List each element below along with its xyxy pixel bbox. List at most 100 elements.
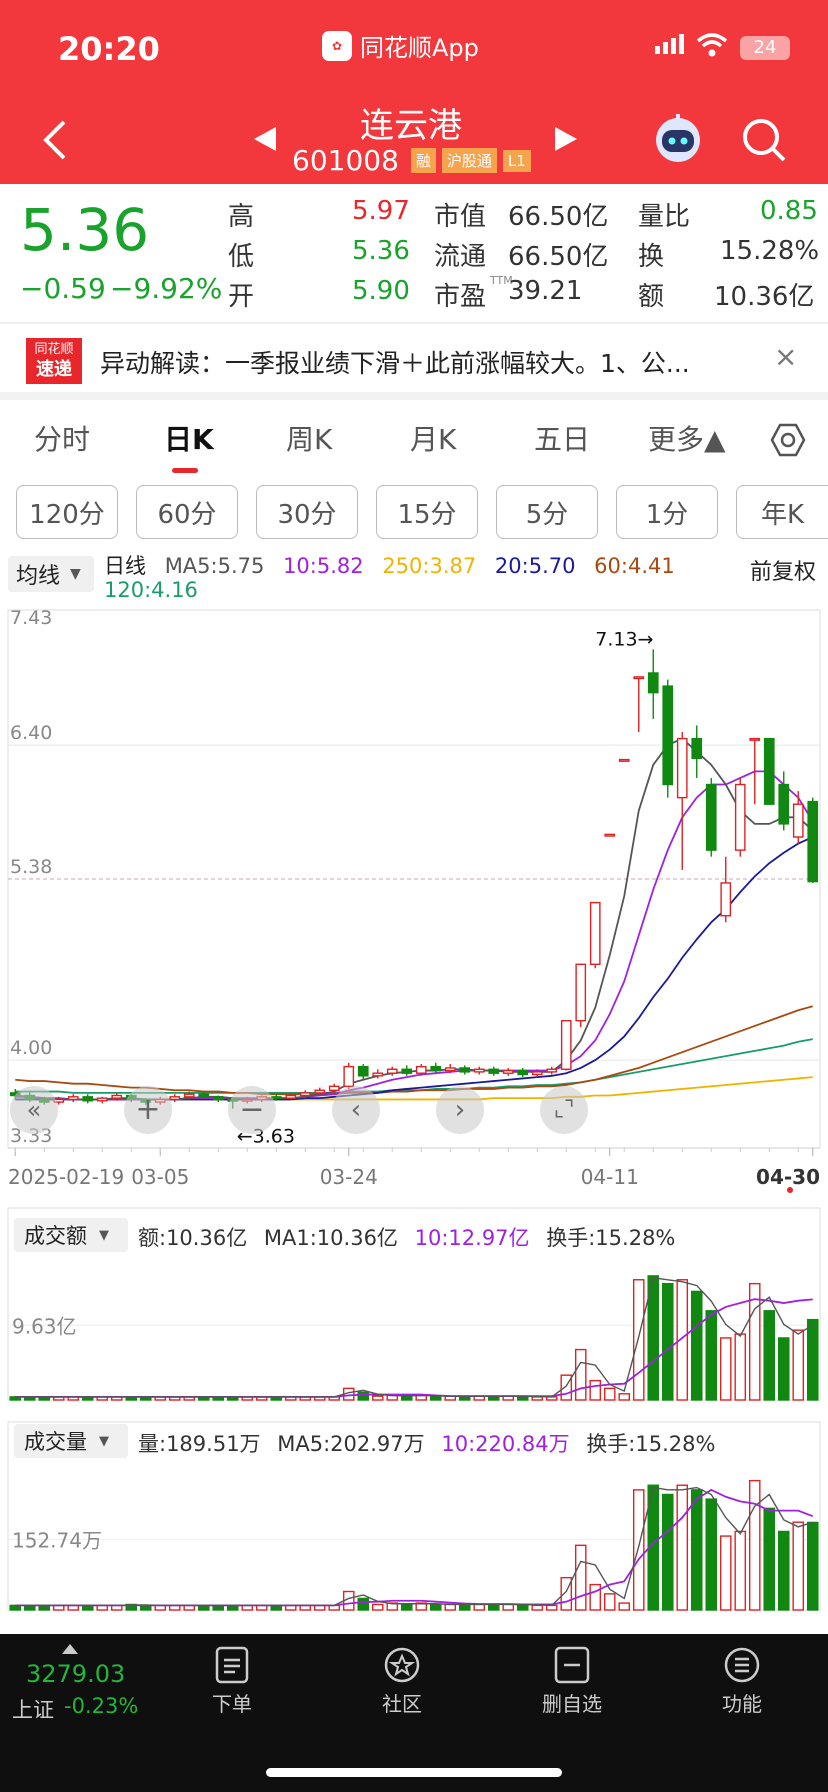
tab-daily[interactable]: 日K: [164, 418, 214, 458]
home-indicator: [266, 1768, 562, 1777]
index-value[interactable]: 3279.03: [26, 1660, 125, 1688]
close-icon[interactable]: ×: [774, 340, 797, 373]
app-name: 同花顺App: [360, 34, 479, 62]
volume-bar: [574, 1544, 587, 1611]
ma60-line: [15, 1005, 813, 1096]
adjust-mode[interactable]: 前复权: [750, 554, 816, 586]
volume-bar: [806, 1318, 819, 1401]
news-banner[interactable]: 同花顺 速递 异动解读：一季报业绩下滑＋此前涨幅较大。1、公... ×: [0, 326, 828, 392]
zoom-in-icon[interactable]: +: [124, 1086, 172, 1134]
index-up-icon: [62, 1644, 78, 1654]
candle-body: [618, 758, 630, 762]
pan-right-icon[interactable]: ›: [436, 1086, 484, 1134]
nav-remove-watchlist[interactable]: 删自选: [536, 1646, 608, 1717]
indicator-select[interactable]: 均线 ▼: [8, 556, 94, 592]
quote-grid: 高 5.97 低 5.36 开 5.90 市值 66.50亿 流通 66.50亿…: [228, 196, 819, 316]
volume-bar: [763, 1310, 776, 1401]
x-tick-label: 2025-02-19: [8, 1165, 124, 1189]
nav-order[interactable]: 下单: [200, 1646, 264, 1717]
menu-icon: [724, 1647, 760, 1683]
tab-timeshare[interactable]: 分时: [34, 418, 90, 458]
volume-bar: [400, 1603, 413, 1611]
stat-mcap-value: 66.50亿: [508, 202, 609, 232]
period-1m[interactable]: 1分: [616, 485, 718, 539]
news-logo-line1: 同花顺: [34, 342, 74, 357]
community-icon: [384, 1647, 420, 1683]
volume-bar: [719, 1337, 732, 1401]
candle-body: [807, 800, 819, 883]
candle-body: [415, 1065, 427, 1074]
x-tick-label: 03-05: [131, 1165, 189, 1189]
candle-body: [778, 783, 790, 825]
prev-stock-icon[interactable]: [252, 126, 278, 152]
volume-bar: [792, 1329, 805, 1401]
volume-bar: [502, 1603, 515, 1611]
period-yearly[interactable]: 年K: [736, 485, 828, 539]
y-tick-label: 4.00: [10, 1037, 52, 1059]
robot-icon[interactable]: [652, 112, 704, 164]
volume-bar: [690, 1489, 703, 1611]
candle-body: [357, 1065, 369, 1077]
volume-bar: [705, 1498, 718, 1611]
search-icon[interactable]: [740, 116, 788, 164]
ma-legend: 日线 MA5:5.75 10:5.82 250:3.87 20:5.70 60:…: [104, 550, 675, 580]
candle-body: [488, 1068, 500, 1074]
fullscreen-icon[interactable]: ⌞⌝: [540, 1086, 588, 1134]
tab-active-indicator: [172, 468, 198, 473]
nav-community[interactable]: 社区: [370, 1646, 434, 1717]
stat-amount-label: 额: [638, 282, 665, 312]
nav-order-label: 下单: [212, 1692, 252, 1716]
volume-bar: [589, 1379, 602, 1401]
volume-bar: [806, 1521, 819, 1611]
turnover-chart[interactable]: 9.63亿: [0, 1200, 828, 1405]
tab-weekly[interactable]: 周K: [286, 418, 332, 458]
stat-high-value: 5.97: [352, 196, 410, 226]
stock-code: 601008: [292, 144, 399, 177]
next-stock-icon[interactable]: [553, 126, 579, 152]
candle-body: [763, 737, 775, 805]
candle-body: [531, 1071, 543, 1076]
settings-icon[interactable]: [770, 422, 806, 458]
candle-body: [517, 1069, 529, 1076]
ma-legend-period: 日线: [104, 554, 146, 578]
order-icon: [215, 1646, 249, 1684]
volume-bar: [618, 1602, 631, 1611]
zoom-out-icon[interactable]: −: [228, 1086, 276, 1134]
candle-body: [401, 1068, 413, 1074]
stat-mcap-label: 市值: [434, 202, 487, 232]
volume-bar: [792, 1521, 805, 1611]
back-icon[interactable]: [40, 118, 70, 162]
volume-bar: [444, 1603, 457, 1611]
volume-chart[interactable]: 152.74万: [0, 1414, 828, 1614]
candle-body: [589, 901, 601, 965]
collapse-icon[interactable]: «: [10, 1086, 58, 1134]
stat-low-value: 5.36: [352, 236, 410, 266]
x-tick-label: 04-11: [581, 1165, 639, 1189]
tab-monthly[interactable]: 月K: [410, 418, 456, 458]
stat-turnover-label: 换: [638, 242, 665, 272]
volume-bar: [719, 1535, 732, 1611]
y-tick-label: 5.38: [10, 856, 52, 878]
high-marker: 7.13→: [595, 628, 653, 650]
candle-body: [502, 1069, 514, 1074]
period-60m[interactable]: 60分: [136, 485, 238, 539]
pan-left-icon[interactable]: ‹: [332, 1086, 380, 1134]
period-30m[interactable]: 30分: [256, 485, 358, 539]
candle-body: [459, 1067, 471, 1073]
volume-bar: [560, 1374, 573, 1401]
stat-high-label: 高: [228, 202, 255, 232]
period-15m[interactable]: 15分: [376, 485, 478, 539]
ma10-line: [15, 770, 814, 1101]
nav-community-label: 社区: [382, 1692, 422, 1716]
ma5-line: [15, 737, 814, 1101]
tab-5day[interactable]: 五日: [534, 418, 590, 458]
candle-body: [430, 1065, 442, 1072]
period-120m[interactable]: 120分: [16, 485, 118, 539]
stat-vr-label: 量比: [638, 202, 691, 232]
volume-bar: [632, 1489, 645, 1611]
candle-body: [792, 803, 804, 838]
period-5m[interactable]: 5分: [496, 485, 598, 539]
nav-functions[interactable]: 功能: [710, 1646, 774, 1717]
y-tick-label: 7.43: [10, 607, 52, 629]
tab-more[interactable]: 更多▲: [648, 418, 726, 458]
